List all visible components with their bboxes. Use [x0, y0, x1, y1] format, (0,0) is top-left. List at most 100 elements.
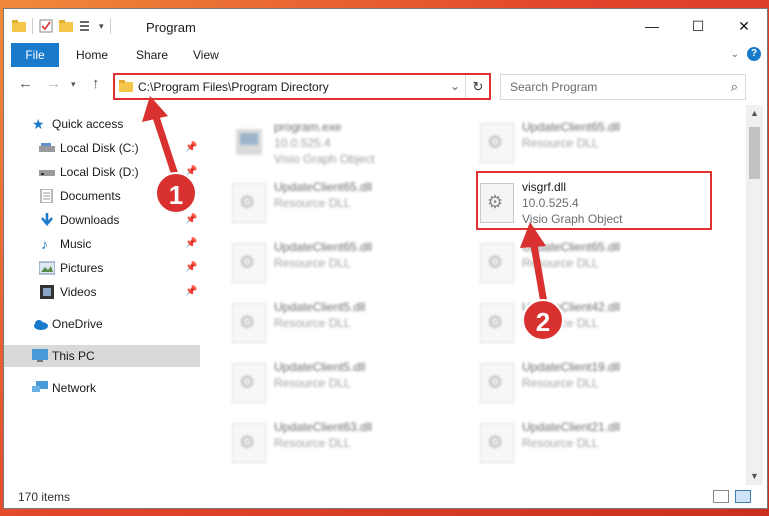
scroll-down-arrow-icon[interactable]: ▼ — [746, 468, 763, 485]
file-description: Visio Graph Object — [274, 152, 375, 166]
sidebar-item-label: Network — [52, 381, 97, 395]
drive-icon — [39, 143, 55, 152]
maximize-button[interactable]: ☐ — [675, 9, 721, 43]
callout-badge-2: 2 — [522, 299, 564, 341]
scroll-up-arrow-icon[interactable]: ▲ — [746, 105, 763, 122]
file-description: Resource DLL — [274, 196, 351, 210]
scroll-thumb[interactable] — [749, 127, 760, 179]
file-item[interactable]: UpdateClient65.dll Resource DLL — [204, 235, 454, 287]
file-description: Resource DLL — [274, 376, 351, 390]
tab-file[interactable]: File — [11, 43, 59, 67]
file-name: UpdateClient63.dll — [274, 420, 373, 434]
dll-icon — [480, 123, 514, 163]
sidebar-item-quick-access[interactable]: ★ Quick access — [4, 113, 200, 135]
file-name: UpdateClient65.dll — [274, 180, 373, 194]
dll-icon — [232, 243, 266, 283]
file-highlight-box — [476, 171, 712, 230]
star-icon: ★ — [32, 116, 45, 132]
title-bar: ▾ Program — ☐ ✕ — [4, 9, 767, 43]
chevron-down-icon[interactable]: ▾ — [99, 21, 104, 32]
sidebar-item-onedrive[interactable]: OneDrive — [4, 313, 200, 335]
file-item[interactable]: UpdateClient21.dll Resource DLL — [452, 415, 702, 467]
sidebar-item-network[interactable]: Network — [4, 377, 200, 399]
search-icon[interactable]: ⌕ — [731, 79, 738, 95]
back-arrow-icon[interactable]: ← — [18, 75, 33, 92]
file-item[interactable]: program.exe 10.0.525.4 Visio Graph Objec… — [204, 115, 454, 167]
file-description: Resource DLL — [522, 436, 599, 450]
expand-ribbon-icon[interactable]: ⌄ — [731, 49, 739, 60]
file-description: Resource DLL — [274, 436, 351, 450]
sidebar-item-this-pc[interactable]: This PC — [4, 345, 200, 367]
file-item[interactable]: UpdateClient19.dll Resource DLL — [452, 355, 702, 407]
file-name: UpdateClient65.dll — [522, 240, 621, 254]
pin-icon[interactable]: 📌 — [185, 257, 197, 279]
pin-icon[interactable]: 📌 — [185, 233, 197, 255]
pin-icon[interactable]: 📌 — [185, 137, 197, 159]
properties-icon[interactable] — [39, 19, 53, 33]
onedrive-cloud-icon — [34, 320, 48, 330]
file-item[interactable]: UpdateClient65.dll Resource DLL — [452, 115, 702, 167]
tab-share[interactable]: Share — [136, 43, 168, 67]
file-item[interactable]: UpdateClient65.dll Resource DLL — [204, 175, 454, 227]
sidebar-item-label: Pictures — [60, 261, 104, 275]
file-description: Resource DLL — [522, 136, 599, 150]
sidebar-item-label: This PC — [52, 349, 95, 363]
customize-toolbar-icon[interactable] — [79, 19, 93, 33]
search-input[interactable]: Search Program — [510, 80, 597, 94]
file-description: Resource DLL — [522, 256, 599, 270]
dll-icon — [232, 303, 266, 343]
minimize-button[interactable]: — — [629, 9, 675, 43]
music-icon: ♪ — [41, 236, 48, 252]
file-item[interactable]: UpdateClient5.dll Resource DLL — [204, 295, 454, 347]
file-description: Resource DLL — [274, 256, 351, 270]
computer-icon — [32, 349, 48, 362]
vertical-scrollbar[interactable]: ▲ ▼ — [746, 105, 763, 485]
toolbar-divider — [32, 18, 33, 34]
network-icon — [32, 381, 48, 392]
pin-icon[interactable]: 📌 — [185, 209, 197, 231]
quick-access-toolbar: ▾ — [12, 18, 111, 34]
tab-home[interactable]: Home — [76, 43, 108, 67]
dll-icon — [232, 183, 266, 223]
pin-icon[interactable]: 📌 — [185, 281, 197, 303]
sidebar-item-pictures[interactable]: Pictures 📌 — [4, 257, 200, 279]
file-item[interactable]: UpdateClient42.dll Resource DLL — [452, 295, 702, 347]
address-highlight-box — [113, 73, 491, 100]
help-icon[interactable]: ? — [747, 47, 761, 61]
file-item[interactable]: UpdateClient5.dll Resource DLL — [204, 355, 454, 407]
documents-icon — [40, 189, 53, 203]
drive-icon — [39, 170, 55, 176]
videos-icon — [40, 285, 54, 299]
sidebar-item-local-disk-c[interactable]: Local Disk (C:) 📌 — [4, 137, 200, 159]
file-name: program.exe — [274, 120, 342, 134]
close-button[interactable]: ✕ — [721, 9, 767, 43]
dll-icon — [232, 363, 266, 403]
search-box[interactable]: Search Program ⌕ — [500, 74, 746, 100]
sidebar-item-videos[interactable]: Videos 📌 — [4, 281, 200, 303]
sidebar-item-music[interactable]: ♪ Music 📌 — [4, 233, 200, 255]
file-explorer-window: ▾ Program — ☐ ✕ File Home Share View ⌄ ?… — [3, 8, 768, 509]
sidebar-item-label: Local Disk (C:) — [60, 141, 139, 155]
tab-view[interactable]: View — [193, 43, 219, 67]
sidebar-item-label: Downloads — [60, 213, 120, 227]
forward-arrow-icon[interactable]: → — [46, 75, 61, 92]
file-item[interactable]: UpdateClient65.dll Resource DLL — [452, 235, 702, 287]
up-arrow-icon[interactable]: ↑ — [92, 75, 100, 92]
navigation-bar: ← → ▾ ↑ C:\Program Files\Program Directo… — [4, 71, 767, 101]
recent-locations-icon[interactable]: ▾ — [71, 79, 76, 90]
file-description: Resource DLL — [522, 376, 599, 390]
navigation-pane: ★ Quick access Local Disk (C:) 📌 Local D… — [4, 105, 200, 485]
downloads-icon — [41, 213, 53, 226]
toolbar-divider — [109, 18, 111, 34]
new-folder-icon[interactable] — [59, 19, 73, 33]
file-item[interactable]: UpdateClient63.dll Resource DLL — [204, 415, 454, 467]
details-view-icon[interactable] — [713, 490, 729, 503]
tiles-view-icon[interactable] — [735, 490, 751, 503]
item-count: 170 items — [18, 490, 71, 504]
dll-icon — [480, 243, 514, 283]
sidebar-item-label: Music — [60, 237, 92, 251]
ribbon-right-controls: ⌄ ? — [731, 47, 761, 61]
callout-badge-1: 1 — [155, 172, 197, 214]
file-name: UpdateClient19.dll — [522, 360, 621, 374]
file-description: Resource DLL — [274, 316, 351, 330]
